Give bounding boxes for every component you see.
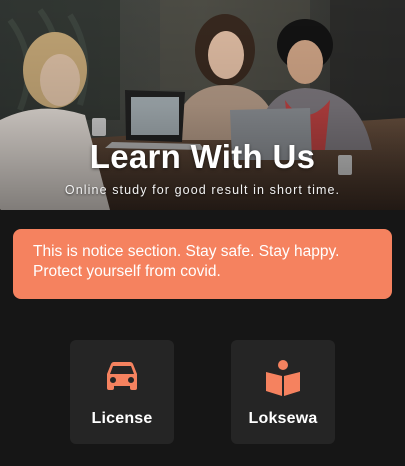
loksewa-card[interactable]: Loksewa <box>231 340 335 444</box>
reading-person-icon <box>266 360 300 396</box>
hero-title: Learn With Us <box>89 138 316 175</box>
license-card[interactable]: License <box>70 340 174 444</box>
hero-subtitle: Online study for good result in short ti… <box>64 183 341 197</box>
loksewa-label: Loksewa <box>248 410 318 427</box>
hero-overlay <box>0 0 405 210</box>
car-icon <box>107 362 137 390</box>
hero-banner: Learn With Us Online study for good resu… <box>0 0 405 210</box>
home-screen: Learn With Us Online study for good resu… <box>0 0 405 466</box>
notice-section: This is notice section. Stay safe. Stay … <box>13 229 392 299</box>
notice-text: This is notice section. Stay safe. Stay … <box>33 243 340 280</box>
license-label: License <box>91 410 153 427</box>
